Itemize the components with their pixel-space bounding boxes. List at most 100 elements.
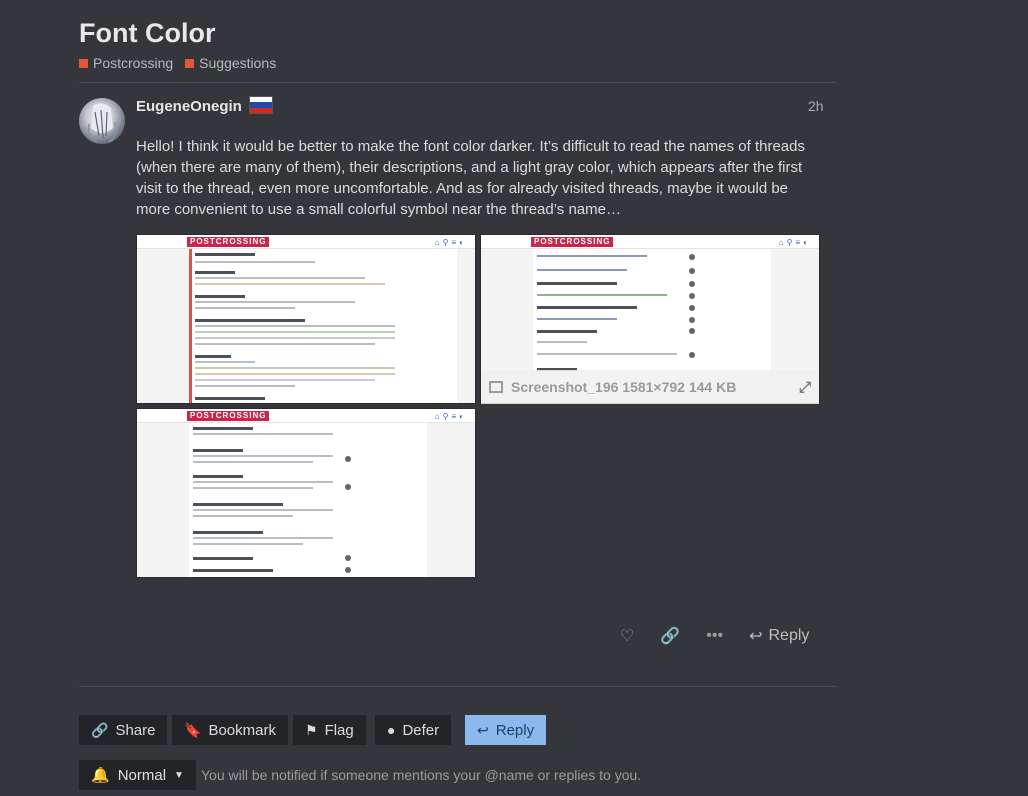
avatar-dot: [345, 456, 351, 462]
avatar[interactable]: [79, 98, 125, 144]
screenshot-line: [193, 481, 333, 483]
screenshot-line: [195, 307, 295, 309]
category-suggestions[interactable]: Suggestions: [185, 55, 276, 71]
category-list: Postcrossing Suggestions: [79, 55, 276, 71]
screenshot-caption-text: Screenshot_196 1581×792 144 KB: [511, 379, 737, 395]
screenshot-header-icons: ⌂⚲≡◐: [778, 238, 811, 247]
share-button[interactable]: 🔗 Share: [79, 715, 168, 745]
screenshot-line: [195, 277, 365, 279]
post-reply-label: Reply: [768, 627, 810, 644]
defer-label: Defer: [402, 721, 440, 739]
screenshot-line: [195, 253, 255, 256]
reply-label: Reply: [495, 721, 535, 739]
defer-button[interactable]: ● Defer: [375, 715, 452, 745]
postcrossing-logo: POSTCROSSING: [187, 237, 270, 247]
bookmark-icon: 🔖: [184, 721, 202, 738]
post-body-text: Hello! I think it would be better to mak…: [136, 138, 805, 218]
bookmark-label: Bookmark: [208, 721, 276, 739]
link-icon: 🔗: [91, 721, 109, 738]
reply-arrow-icon: ↩: [749, 628, 763, 645]
screenshot-line: [195, 331, 395, 333]
topic-title[interactable]: Font Color: [79, 18, 215, 49]
screenshot-line: [195, 283, 385, 285]
screenshot-line: [195, 337, 395, 339]
screenshot-line: [193, 543, 303, 545]
post-reply-button[interactable]: ↩ Reply: [749, 626, 809, 646]
screenshot-line: [195, 361, 255, 363]
screenshot-line: [195, 301, 355, 303]
category-color-square: [185, 58, 195, 68]
screenshot-line: [195, 261, 315, 263]
screenshot-line: [537, 269, 627, 271]
post-username[interactable]: EugeneOnegin: [136, 98, 242, 115]
header-divider: [79, 82, 837, 83]
caret-down-icon: ▼: [174, 769, 184, 781]
postcrossing-logo: POSTCROSSING: [531, 237, 614, 247]
post-actions: ♡ 🔗 ••• ↩ Reply: [620, 626, 809, 646]
category-color-square: [79, 58, 88, 68]
screenshot-line: [195, 319, 305, 322]
screenshot-line: [193, 557, 253, 560]
screenshot-line: [537, 282, 617, 285]
expand-icon[interactable]: ⤢: [799, 379, 811, 396]
screenshot-line: [193, 531, 263, 534]
more-options-icon[interactable]: •••: [706, 627, 723, 645]
avatar-dot: [689, 254, 695, 260]
screenshot-header-icons: ⌂⚲≡◐: [434, 412, 467, 421]
screenshot-line: [193, 475, 243, 478]
screenshot-line: [193, 449, 243, 452]
screenshot-line: [193, 503, 283, 506]
screenshot-line: [195, 373, 395, 375]
bell-icon: 🔔: [91, 767, 110, 784]
share-label: Share: [115, 721, 156, 739]
russia-flag-icon: [249, 96, 273, 114]
screenshot-line: [193, 569, 273, 572]
avatar-dot: [689, 352, 695, 358]
circle-icon: ●: [387, 722, 396, 738]
bookmark-button[interactable]: 🔖 Bookmark: [172, 715, 288, 745]
link-icon[interactable]: 🔗: [660, 626, 680, 646]
avatar-dot: [689, 305, 695, 311]
category-postcrossing[interactable]: Postcrossing: [79, 55, 173, 71]
screenshot-header: POSTCROSSING ⌂⚲≡◐: [481, 235, 819, 249]
avatar-image: [87, 103, 117, 143]
avatar-dot: [345, 555, 351, 561]
screenshot-caption[interactable]: Screenshot_196 1581×792 144 KB ⤢: [481, 370, 819, 404]
screenshot-line: [195, 271, 235, 274]
category-label: Suggestions: [199, 55, 277, 71]
screenshot-line: [195, 325, 395, 327]
notification-level-dropdown[interactable]: 🔔 Normal ▼: [79, 760, 196, 790]
screenshot-line: [537, 353, 677, 355]
screenshot-header-icons: ⌂⚲≡◐: [434, 238, 467, 247]
reply-button[interactable]: ↩ Reply: [465, 715, 547, 745]
screenshot-line: [537, 318, 617, 320]
flag-label: Flag: [324, 721, 354, 739]
footer-divider: [79, 686, 837, 687]
avatar-dot: [689, 293, 695, 299]
screenshot-line: [537, 255, 647, 257]
screenshot-line: [193, 509, 333, 511]
avatar-dot: [689, 281, 695, 287]
image-icon: [489, 381, 503, 393]
screenshot-header: POSTCROSSING ⌂⚲≡◐: [137, 235, 475, 249]
avatar-dot: [689, 268, 695, 274]
screenshot-line: [195, 343, 375, 345]
screenshot-line: [193, 433, 333, 435]
avatar-dot: [689, 328, 695, 334]
flag-button[interactable]: ⚑ Flag: [293, 715, 366, 745]
screenshot-line: [193, 427, 253, 430]
postcrossing-logo: POSTCROSSING: [187, 411, 270, 421]
screenshot-line: [195, 397, 265, 400]
screenshot-header: POSTCROSSING ⌂⚲≡◐: [137, 409, 475, 423]
screenshot-line: [193, 487, 313, 489]
screenshot-line: [193, 455, 333, 457]
avatar-dot: [689, 317, 695, 323]
screenshot-line: [537, 294, 667, 296]
post-time[interactable]: 2h: [808, 98, 824, 114]
screenshot-thumbnail-1[interactable]: POSTCROSSING ⌂⚲≡◐: [136, 234, 476, 404]
screenshot-line: [537, 330, 597, 333]
like-heart-icon[interactable]: ♡: [620, 626, 634, 646]
screenshot-thumbnail-3[interactable]: POSTCROSSING ⌂⚲≡◐: [136, 408, 476, 578]
screenshot-line: [195, 385, 295, 387]
screenshot-line: [193, 515, 293, 517]
